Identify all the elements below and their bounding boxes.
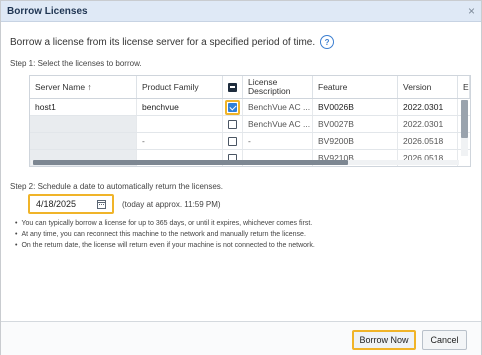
list-item: At any time, you can reconnect this mach… [15, 229, 315, 240]
horizontal-scroll-thumb[interactable] [33, 160, 348, 165]
cell-checkbox[interactable] [223, 116, 243, 132]
borrow-info-list: You can typically borrow a license for u… [15, 218, 315, 251]
cell-product [137, 116, 223, 132]
cell-checkbox[interactable] [223, 99, 243, 115]
return-date-picker[interactable]: 4/18/2025 [28, 194, 114, 214]
intro-text-row: Borrow a license from its license server… [10, 35, 335, 49]
dialog-titlebar: Borrow Licenses × [1, 1, 481, 22]
header-product-family[interactable]: Product Family [137, 76, 223, 98]
cell-version: 2022.0301 [398, 116, 458, 132]
row-checkbox-focus[interactable] [225, 99, 240, 115]
help-icon[interactable]: ? [320, 35, 335, 49]
cell-feature: BV0026B [313, 99, 398, 115]
cell-version: 2026.0518 [398, 133, 458, 149]
cell-product: benchvue [137, 99, 223, 115]
list-item: On the return date, the license will ret… [15, 240, 314, 251]
cell-server: host1 [30, 99, 137, 115]
dialog-footer: Borrow Now Cancel [1, 321, 481, 355]
cell-version: 2022.0301 [398, 99, 458, 115]
return-date-value[interactable]: 4/18/2025 [36, 199, 76, 209]
header-license-description[interactable]: License Description [243, 76, 313, 98]
header-extra[interactable]: E [458, 76, 470, 98]
calendar-icon[interactable] [97, 199, 106, 209]
cell-description: - [243, 133, 313, 149]
vertical-scroll-thumb[interactable] [461, 100, 468, 138]
cell-product: - [137, 133, 223, 149]
dialog-title: Borrow Licenses [7, 5, 88, 17]
table-header: Server Name ↑ Product Family License Des… [30, 76, 470, 99]
cell-server [30, 133, 137, 149]
return-date-note: (today at approx. 11:59 PM) [122, 200, 221, 209]
row-checkbox[interactable] [228, 119, 237, 129]
step1-label: Step 1: Select the licenses to borrow. [10, 59, 142, 68]
step2-label: Step 2: Schedule a date to automatically… [10, 182, 224, 191]
cell-feature: BV9200B [313, 133, 398, 149]
header-select-all[interactable] [223, 76, 243, 98]
cell-description: BenchVue AC ... [243, 116, 313, 132]
header-feature[interactable]: Feature [313, 76, 398, 98]
row-checkbox[interactable] [228, 136, 237, 146]
cell-feature: BV0027B [313, 116, 398, 132]
list-item: You can typically borrow a license for u… [15, 218, 315, 229]
row-checkbox[interactable] [228, 102, 237, 112]
borrow-now-button[interactable]: Borrow Now [352, 330, 416, 350]
cell-description: BenchVue AC ... [243, 99, 313, 115]
header-version[interactable]: Version [398, 76, 458, 98]
cancel-button[interactable]: Cancel [422, 330, 467, 350]
table-row[interactable]: host1 benchvue BenchVue AC ... BV0026B 2… [30, 99, 470, 116]
borrow-licenses-dialog: Borrow Licenses × Borrow a license from … [0, 0, 482, 355]
cell-server [30, 116, 137, 132]
table-row[interactable]: - - BV9200B 2026.0518 [30, 133, 470, 150]
close-icon[interactable]: × [468, 4, 475, 18]
table-row[interactable]: BenchVue AC ... BV0027B 2022.0301 [30, 116, 470, 133]
table-horizontal-scrollbar[interactable] [31, 160, 459, 165]
licenses-table: Server Name ↑ Product Family License Des… [29, 75, 471, 167]
table-vertical-scrollbar[interactable] [461, 100, 468, 156]
intro-text: Borrow a license from its license server… [10, 36, 316, 48]
header-server-name[interactable]: Server Name ↑ [30, 76, 137, 98]
select-all-checkbox[interactable] [228, 82, 237, 92]
cell-checkbox[interactable] [223, 133, 243, 149]
